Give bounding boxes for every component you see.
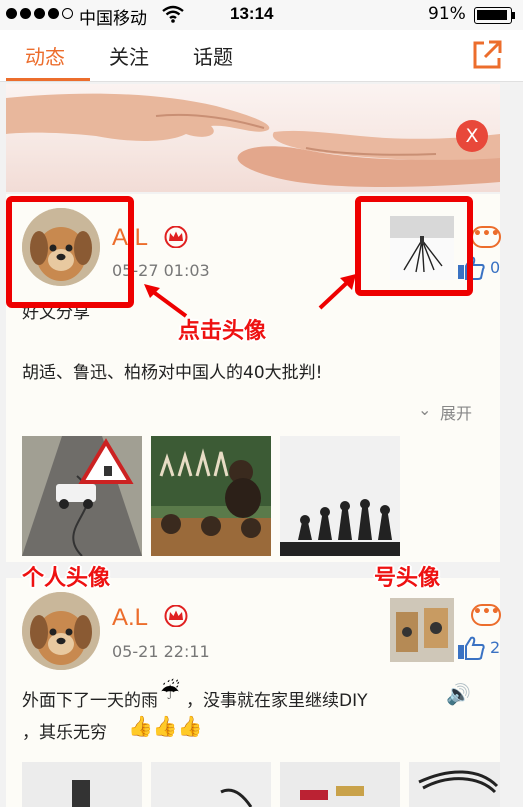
battery-icon — [474, 7, 515, 24]
post-text: 胡适、鲁迅、柏杨对中国人的40大批判! — [22, 363, 323, 383]
wire-image — [409, 762, 500, 807]
post-image-1[interactable] — [22, 436, 142, 556]
annotation-account-avatar: 号头像 — [374, 566, 441, 591]
avatar[interactable] — [22, 592, 100, 670]
post-text: 外面下了一天的雨 — [22, 691, 158, 711]
hands-image — [6, 93, 501, 187]
connector-image — [22, 762, 142, 807]
cable-image — [151, 762, 271, 807]
post-image-4[interactable] — [409, 762, 500, 807]
carrier-name: 中国移动 — [79, 9, 147, 29]
expand-chevron-icon[interactable]: ⌄ — [418, 400, 431, 419]
banner-image[interactable] — [6, 84, 501, 192]
umbrella-rain-emoji-icon: ☔ — [160, 680, 180, 705]
like-count: 2 — [490, 638, 501, 657]
thumbs-up-icon[interactable] — [457, 636, 485, 660]
crown-icon — [164, 226, 188, 248]
puppy-avatar-image — [22, 592, 100, 670]
more-options-button[interactable]: ••• — [471, 226, 501, 248]
more-options-button[interactable]: ••• — [471, 604, 501, 626]
annotation-personal-avatar: 个人头像 — [22, 566, 111, 591]
post-image-2[interactable] — [151, 762, 271, 807]
crown-icon — [164, 605, 188, 627]
banner-close-button[interactable]: X — [456, 120, 488, 152]
tab-dongtai[interactable]: 动态 — [25, 41, 65, 70]
annotation-box-thumbnail — [355, 196, 473, 296]
post-image-3[interactable] — [280, 436, 400, 556]
clock: 13:14 — [230, 4, 274, 23]
annotation-click-avatar: 点击头像 — [178, 319, 267, 344]
post-text-continued: ，没事就在家里继续DIY — [186, 691, 368, 711]
speaker-emoji-icon: 🔊 — [446, 682, 471, 706]
tab-bar: 动态 关注 话题 — [0, 30, 523, 82]
evolution-image — [280, 436, 400, 556]
rca-plugs-image — [280, 762, 400, 807]
expand-link[interactable]: 展开 — [440, 400, 472, 424]
tab-guanzhu[interactable]: 关注 — [109, 41, 149, 70]
post-thumbnail[interactable] — [390, 598, 454, 662]
diy-speaker-thumb-image — [390, 598, 454, 662]
wifi-icon — [162, 5, 184, 23]
post-time: 05-21 22:11 — [112, 642, 210, 661]
share-icon[interactable] — [470, 38, 504, 72]
road-car-image — [22, 436, 142, 556]
active-tab-underline — [6, 78, 90, 81]
signal-strength-icon — [6, 8, 73, 19]
status-bar: 中国移动 13:14 91% — [0, 0, 523, 30]
username[interactable]: A.L — [112, 604, 148, 632]
tab-huati[interactable]: 话题 — [193, 41, 233, 70]
classroom-apes-image — [151, 436, 271, 556]
thumbs-up-emoji-icon: 👍👍👍 — [128, 714, 203, 738]
annotation-arrow-right-icon — [318, 274, 356, 310]
post-image-1[interactable] — [22, 762, 142, 807]
post-text-line2: ，其乐无穷 — [22, 723, 107, 743]
post-image-3[interactable] — [280, 762, 400, 807]
annotation-box-avatar — [6, 196, 134, 308]
post-image-2[interactable] — [151, 436, 271, 556]
like-count: 0 — [490, 258, 501, 277]
battery-percent: 91% — [428, 4, 466, 24]
